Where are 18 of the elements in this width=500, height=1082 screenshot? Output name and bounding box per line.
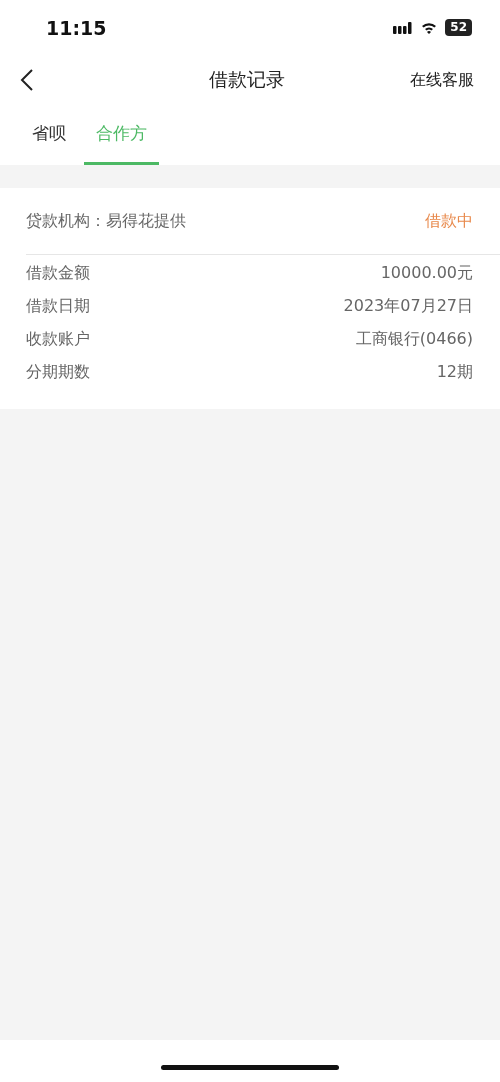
wifi-icon xyxy=(421,21,438,34)
field-value: 10000.00元 xyxy=(380,263,473,284)
lender-label: 贷款机构：易得花提供 xyxy=(26,210,186,232)
field-label: 收款账户 xyxy=(26,329,90,350)
tab[interactable]: 省呗 xyxy=(20,105,78,165)
status-time: 11:15 xyxy=(46,16,107,39)
page-title: 借款记录 xyxy=(209,67,285,92)
field-label: 借款金额 xyxy=(26,263,90,284)
customer-service-link[interactable]: 在线客服 xyxy=(410,69,474,91)
field-value: 2023年07月27日 xyxy=(343,296,473,317)
signal-icon xyxy=(393,21,414,34)
battery-level: 52 xyxy=(445,19,472,36)
back-button[interactable] xyxy=(20,68,34,92)
field-label: 借款日期 xyxy=(26,296,90,317)
field-value: 12期 xyxy=(436,362,473,383)
field-value: 工商银行(0466) xyxy=(355,329,473,350)
loan-status: 借款中 xyxy=(425,210,473,232)
field-label: 分期期数 xyxy=(26,362,90,383)
